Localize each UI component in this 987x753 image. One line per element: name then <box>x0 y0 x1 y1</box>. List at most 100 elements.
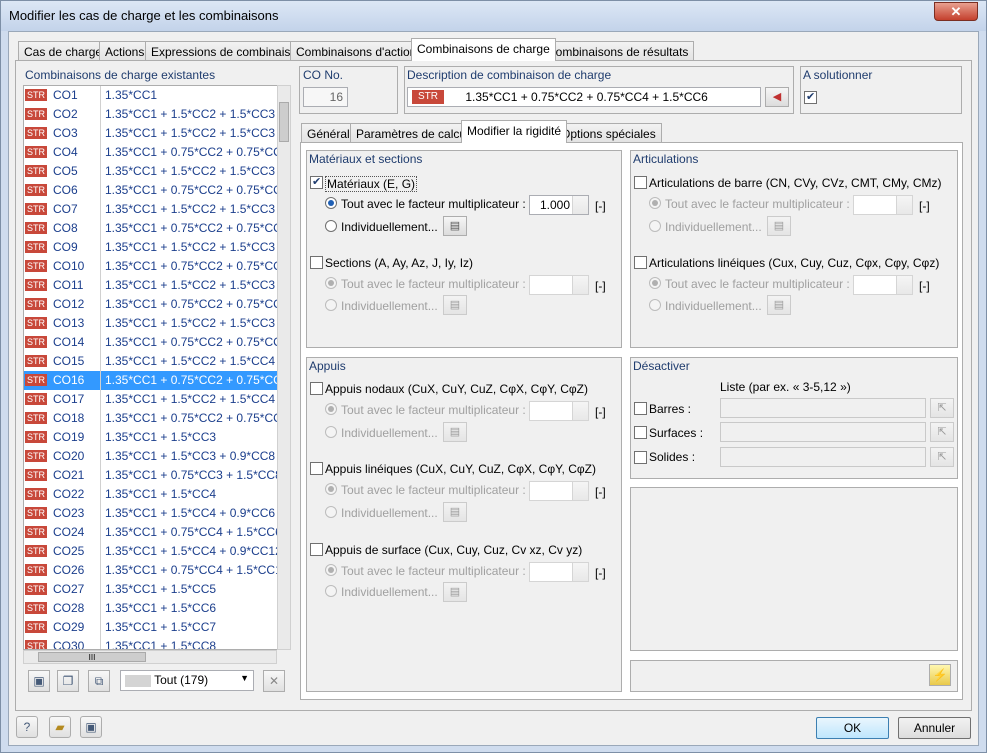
nodal-supports-all-radio[interactable] <box>325 403 337 415</box>
nodal-supports-edit-icon[interactable]: ▤ <box>443 422 467 442</box>
list-item[interactable]: STR CO24 1.35*CC1 + 0.75*CC4 + 1.5*CC6 <box>24 523 278 542</box>
list-item[interactable]: STR CO4 1.35*CC1 + 0.75*CC2 + 0.75*CC3 + <box>24 143 278 162</box>
list-item[interactable]: STR CO6 1.35*CC1 + 0.75*CC2 + 0.75*CC3 + <box>24 181 278 200</box>
line-hinges-factor-spinner[interactable] <box>853 275 913 295</box>
tab-action-combinations[interactable]: Combinaisons d'actions <box>290 41 429 61</box>
solve-checkbox[interactable] <box>804 90 817 104</box>
list-item[interactable]: STR CO1 1.35*CC1 <box>24 86 278 105</box>
list-item[interactable]: STR CO27 1.35*CC1 + 1.5*CC5 <box>24 580 278 599</box>
line-hinges-checkbox[interactable] <box>634 256 647 269</box>
ok-button[interactable]: OK <box>816 717 889 739</box>
list-item[interactable]: STR CO16 1.35*CC1 + 0.75*CC2 + 0.75*CC4 + <box>24 371 278 390</box>
close-button[interactable]: ✕ <box>934 2 978 21</box>
list-item[interactable]: STR CO25 1.35*CC1 + 1.5*CC4 + 0.9*CC12 <box>24 542 278 561</box>
delete-icon[interactable]: ✕ <box>263 670 285 692</box>
solids-checkbox[interactable] <box>634 451 647 464</box>
surface-supports-edit-icon[interactable]: ▤ <box>443 582 467 602</box>
renumber-icon[interactable]: ⧉ <box>88 670 110 692</box>
sections-edit-icon[interactable]: ▤ <box>443 295 467 315</box>
list-item[interactable]: STR CO26 1.35*CC1 + 0.75*CC4 + 1.5*CC12 <box>24 561 278 580</box>
filter-select[interactable]: Tout (179) ▼ <box>120 670 254 691</box>
co-number-field[interactable]: 16 <box>303 87 348 107</box>
sections-factor-spinner[interactable] <box>529 275 589 295</box>
sections-individual-radio[interactable] <box>325 299 337 311</box>
bars-list-field[interactable] <box>720 398 926 418</box>
list-item[interactable]: STR CO10 1.35*CC1 + 0.75*CC2 + 0.75*CC3 + <box>24 257 278 276</box>
list-item[interactable]: STR CO14 1.35*CC1 + 0.75*CC2 + 0.75*CC3 + <box>24 333 278 352</box>
line-supports-individual-radio[interactable] <box>325 506 337 518</box>
horizontal-scrollbar[interactable]: III <box>23 650 277 664</box>
line-hinges-individual-radio[interactable] <box>649 299 661 311</box>
list-item[interactable]: STR CO15 1.35*CC1 + 1.5*CC2 + 1.5*CC4 + 0. <box>24 352 278 371</box>
list-item[interactable]: STR CO18 1.35*CC1 + 0.75*CC2 + 0.75*CC4 + <box>24 409 278 428</box>
list-item[interactable]: STR CO30 1.35*CC1 + 1.5*CC8 <box>24 637 278 649</box>
surface-supports-individual-radio[interactable] <box>325 585 337 597</box>
list-item[interactable]: STR CO22 1.35*CC1 + 1.5*CC4 <box>24 485 278 504</box>
sections-all-radio[interactable] <box>325 277 337 289</box>
list-item[interactable]: STR CO28 1.35*CC1 + 1.5*CC6 <box>24 599 278 618</box>
surfaces-checkbox[interactable] <box>634 426 647 439</box>
list-item[interactable]: STR CO8 1.35*CC1 + 0.75*CC2 + 0.75*CC3 + <box>24 219 278 238</box>
list-item[interactable]: STR CO19 1.35*CC1 + 1.5*CC3 <box>24 428 278 447</box>
bars-pick-icon[interactable]: ⇱ <box>930 398 954 418</box>
surface-supports-factor-spinner[interactable] <box>529 562 589 582</box>
save-icon[interactable]: ▣ <box>80 716 102 738</box>
subtab-special-options[interactable]: Options spéciales <box>555 123 662 143</box>
materials-factor-spinner[interactable]: 1.000 <box>529 195 589 215</box>
nodal-supports-checkbox[interactable] <box>310 382 323 395</box>
line-supports-factor-spinner[interactable] <box>529 481 589 501</box>
tab-actions[interactable]: Actions <box>99 41 151 61</box>
member-hinges-checkbox[interactable] <box>634 176 647 189</box>
sections-checkbox[interactable] <box>310 256 323 269</box>
materials-checkbox[interactable] <box>310 175 323 189</box>
load-combination-list[interactable]: STR CO1 1.35*CC1 STR CO2 1.35*CC1 + 1.5*CC2 +… <box>23 85 279 650</box>
list-item[interactable]: STR CO20 1.35*CC1 + 1.5*CC3 + 0.9*CC8 <box>24 447 278 466</box>
solids-list-field[interactable] <box>720 447 926 467</box>
line-supports-edit-icon[interactable]: ▤ <box>443 502 467 522</box>
hscroll-thumb[interactable]: III <box>38 652 146 662</box>
member-hinges-factor-spinner[interactable] <box>853 195 913 215</box>
member-hinges-individual-radio[interactable] <box>649 220 661 232</box>
materials-all-radio[interactable] <box>325 197 337 209</box>
open-folder-icon[interactable]: ▰ <box>49 716 71 738</box>
line-hinges-edit-icon[interactable]: ▤ <box>767 295 791 315</box>
list-item[interactable]: STR CO12 1.35*CC1 + 0.75*CC2 + 0.75*CC3 + <box>24 295 278 314</box>
materials-individual-radio[interactable] <box>325 220 337 232</box>
tab-result-combinations[interactable]: Combinaisons de résultats <box>541 41 695 61</box>
member-hinges-all-radio[interactable] <box>649 197 661 209</box>
line-supports-checkbox[interactable] <box>310 462 323 475</box>
member-hinges-edit-icon[interactable]: ▤ <box>767 216 791 236</box>
subtab-general[interactable]: Général <box>301 123 356 143</box>
tab-load-cases[interactable]: Cas de charge <box>18 41 109 61</box>
list-item[interactable]: STR CO7 1.35*CC1 + 1.5*CC2 + 1.5*CC3 + 1. <box>24 200 278 219</box>
line-supports-all-radio[interactable] <box>325 483 337 495</box>
list-item[interactable]: STR CO2 1.35*CC1 + 1.5*CC2 + 1.5*CC3 + 1. <box>24 105 278 124</box>
bars-checkbox[interactable] <box>634 402 647 415</box>
scroll-thumb[interactable] <box>279 102 289 142</box>
list-item[interactable]: STR CO11 1.35*CC1 + 1.5*CC2 + 1.5*CC3 + 1. <box>24 276 278 295</box>
surfaces-pick-icon[interactable]: ⇱ <box>930 422 954 442</box>
list-item[interactable]: STR CO17 1.35*CC1 + 1.5*CC2 + 1.5*CC4 + 0. <box>24 390 278 409</box>
new-combination-icon[interactable]: ▣ <box>28 670 50 692</box>
line-hinges-all-radio[interactable] <box>649 277 661 289</box>
tab-load-combinations[interactable]: Combinaisons de charge <box>411 38 556 61</box>
tab-combination-expressions[interactable]: Expressions de combinaison <box>145 41 310 61</box>
subtab-calculation-parameters[interactable]: Paramètres de calcul <box>350 123 475 143</box>
help-icon[interactable]: ? <box>16 716 38 738</box>
list-item[interactable]: STR CO9 1.35*CC1 + 1.5*CC2 + 1.5*CC3 + 1. <box>24 238 278 257</box>
materials-edit-icon[interactable]: ▤ <box>443 216 467 236</box>
solids-pick-icon[interactable]: ⇱ <box>930 447 954 467</box>
cancel-button[interactable]: Annuler <box>898 717 971 739</box>
list-item[interactable]: STR CO21 1.35*CC1 + 0.75*CC3 + 1.5*CC8 <box>24 466 278 485</box>
surface-supports-checkbox[interactable] <box>310 543 323 556</box>
list-item[interactable]: STR CO5 1.35*CC1 + 1.5*CC2 + 1.5*CC3 + 1. <box>24 162 278 181</box>
generate-icon[interactable]: ⚡ <box>929 664 951 686</box>
list-item[interactable]: STR CO13 1.35*CC1 + 1.5*CC2 + 1.5*CC3 + 0. <box>24 314 278 333</box>
nodal-supports-factor-spinner[interactable] <box>529 401 589 421</box>
subtab-modify-stiffness[interactable]: Modifier la rigidité <box>461 120 568 143</box>
list-item[interactable]: STR CO23 1.35*CC1 + 1.5*CC4 + 0.9*CC6 <box>24 504 278 523</box>
list-item[interactable]: STR CO3 1.35*CC1 + 1.5*CC2 + 1.5*CC3 + 1. <box>24 124 278 143</box>
surfaces-list-field[interactable] <box>720 422 926 442</box>
list-item[interactable]: STR CO29 1.35*CC1 + 1.5*CC7 <box>24 618 278 637</box>
copy-combination-icon[interactable]: ❐ <box>57 670 79 692</box>
